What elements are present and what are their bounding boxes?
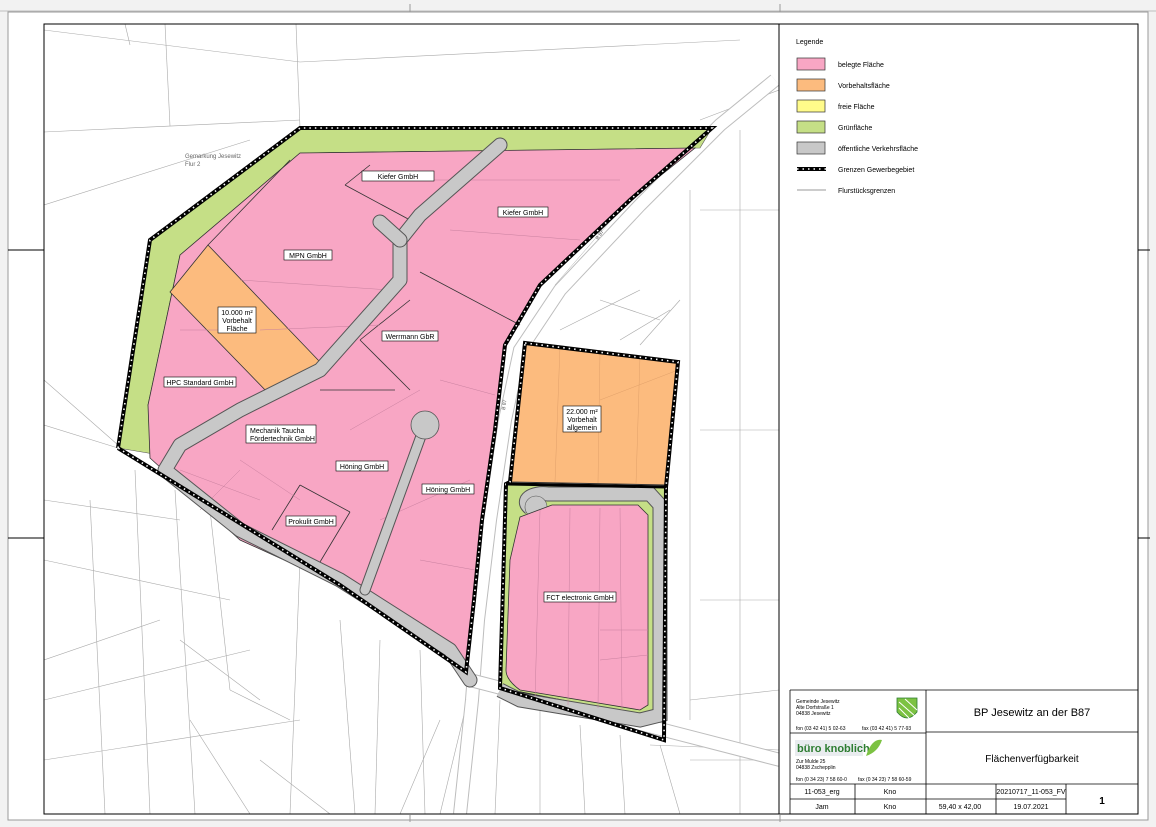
legend-title: Legende: [796, 39, 823, 46]
flur-label: Flur 2: [185, 162, 201, 168]
legend-swatch-belegt: [796, 57, 826, 71]
client-city: 04838 Jesewitz: [796, 711, 831, 717]
legend-swatch-gruen: [796, 120, 826, 134]
label-reserve1-area: 10.000 m²: [221, 310, 253, 317]
buero-knoblich-logo: büro knoblich: [795, 739, 882, 756]
office-city: 04838 Zschepplin: [796, 765, 836, 771]
turning-circle-west: [410, 410, 440, 440]
project-number: 11-053_erg: [804, 789, 839, 796]
legend-swatch-verkehr: [796, 141, 826, 155]
office-fon: fon (0 34 23) 7 58 60-0: [796, 777, 847, 783]
legend-label: Vorbehaltsfläche: [838, 83, 890, 90]
label-hoening-1: Höning GmbH: [340, 464, 384, 471]
label-reserve2-kind: allgemein: [567, 425, 597, 432]
legend-label: Grünfläche: [838, 125, 872, 132]
file-name: 20210717_11-053_FV: [996, 789, 1065, 796]
client-fon: fon (03 42 41) 5 02-63: [796, 726, 846, 732]
area-belegt-fct: [505, 504, 649, 711]
legend-label: freie Fläche: [838, 104, 875, 111]
label-mechanik-1: Mechanik Taucha: [250, 428, 304, 435]
plan-sheet: B 87 B 87 Gemarkung Jesewitz Flur 2 Kief…: [0, 4, 1156, 822]
legend-label: öffentliche Verkehrsfläche: [838, 146, 918, 153]
legend-label: belegte Fläche: [838, 62, 884, 69]
label-reserve2-area: 22.000 m²: [566, 409, 598, 416]
label-kiefer-large: Kiefer GmbH: [503, 210, 543, 217]
label-hpc: HPC Standard GmbH: [166, 380, 233, 387]
label-kiefer-small: Kiefer GmbH: [378, 174, 418, 181]
map-frame: B 87 B 87 Gemarkung Jesewitz Flur 2 Kief…: [43, 23, 780, 815]
legend-label: Grenzen Gewerbegebiet: [838, 167, 914, 174]
gemarkung-label: Gemarkung Jesewitz: [185, 154, 241, 160]
label-reserve1-kind: Fläche: [226, 326, 247, 333]
office-fax: fax (0 34 23) 7 58 60-59: [858, 777, 912, 783]
legend-panel: [778, 23, 1139, 815]
svg-text:büro knoblich: büro knoblich: [797, 743, 870, 755]
client-fax: fax (03 42 41) 5 77-93: [862, 726, 911, 732]
label-reserve1-type: Vorbehalt: [222, 318, 252, 325]
label-mechanik-2: Fördertechnik GmbH: [250, 436, 315, 443]
checked-by-name: Jam: [815, 804, 828, 811]
label-mpn: MPN GmbH: [289, 253, 327, 260]
label-fct: FCT electronic GmbH: [546, 595, 614, 602]
label-wermann: Werrmann GbR: [386, 334, 435, 341]
label-reserve2-type: Vorbehalt: [567, 417, 597, 424]
project-title: BP Jesewitz an der B87: [974, 707, 1091, 719]
legend-label: Flurstücksgrenzen: [838, 188, 895, 195]
legend-swatch-frei: [796, 99, 826, 113]
label-hoening-2: Höning GmbH: [426, 487, 470, 494]
plan-date: 19.07.2021: [1013, 804, 1048, 811]
label-prokulit: Prokulit GmbH: [288, 519, 334, 526]
sheet-number: 1: [1099, 796, 1105, 807]
plan-title: Flächenverfügbarkeit: [985, 754, 1079, 765]
checked-by: Kno: [884, 804, 897, 811]
paper-format: 59,40 x 42,00: [939, 804, 982, 811]
legend-swatch-vorbehalt: [796, 78, 826, 92]
drawn-by: Kno: [884, 789, 897, 796]
